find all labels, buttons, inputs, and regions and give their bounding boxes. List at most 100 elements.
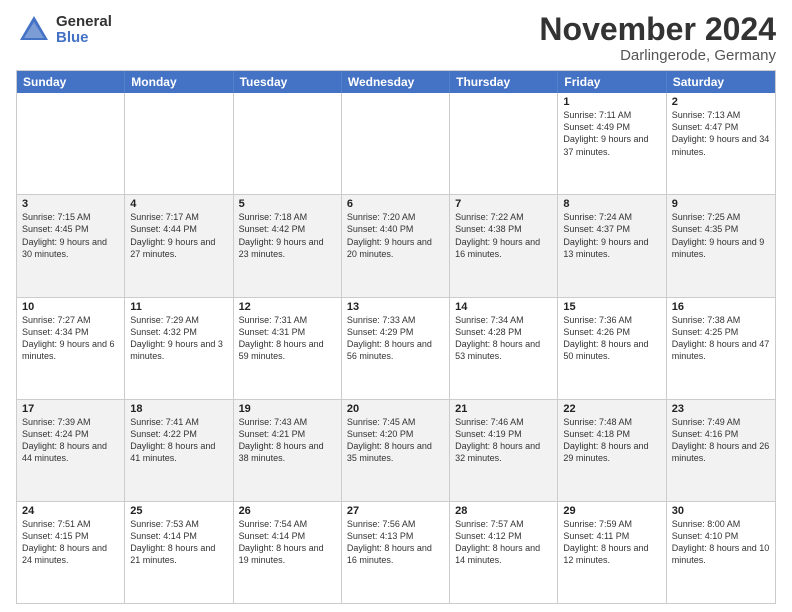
day-number: 2 — [672, 96, 770, 108]
day-info: Sunrise: 7:51 AM Sunset: 4:15 PM Dayligh… — [22, 518, 119, 567]
day-info: Sunrise: 7:20 AM Sunset: 4:40 PM Dayligh… — [347, 211, 444, 260]
day-number: 24 — [22, 505, 119, 517]
day-info: Sunrise: 7:15 AM Sunset: 4:45 PM Dayligh… — [22, 211, 119, 260]
calendar-row-4: 17Sunrise: 7:39 AM Sunset: 4:24 PM Dayli… — [17, 399, 775, 501]
day-number: 13 — [347, 301, 444, 313]
day-info: Sunrise: 7:45 AM Sunset: 4:20 PM Dayligh… — [347, 416, 444, 465]
empty-cell-r0-c3 — [342, 93, 450, 194]
day-info: Sunrise: 7:38 AM Sunset: 4:25 PM Dayligh… — [672, 314, 770, 363]
day-number: 8 — [563, 198, 660, 210]
day-cell-19: 19Sunrise: 7:43 AM Sunset: 4:21 PM Dayli… — [234, 400, 342, 501]
day-info: Sunrise: 7:46 AM Sunset: 4:19 PM Dayligh… — [455, 416, 552, 465]
calendar-row-5: 24Sunrise: 7:51 AM Sunset: 4:15 PM Dayli… — [17, 501, 775, 603]
day-info: Sunrise: 7:49 AM Sunset: 4:16 PM Dayligh… — [672, 416, 770, 465]
day-number: 14 — [455, 301, 552, 313]
day-info: Sunrise: 7:11 AM Sunset: 4:49 PM Dayligh… — [563, 109, 660, 158]
day-cell-27: 27Sunrise: 7:56 AM Sunset: 4:13 PM Dayli… — [342, 502, 450, 603]
day-cell-13: 13Sunrise: 7:33 AM Sunset: 4:29 PM Dayli… — [342, 298, 450, 399]
day-info: Sunrise: 7:56 AM Sunset: 4:13 PM Dayligh… — [347, 518, 444, 567]
day-info: Sunrise: 7:53 AM Sunset: 4:14 PM Dayligh… — [130, 518, 227, 567]
day-cell-30: 30Sunrise: 8:00 AM Sunset: 4:10 PM Dayli… — [667, 502, 775, 603]
day-number: 6 — [347, 198, 444, 210]
day-cell-11: 11Sunrise: 7:29 AM Sunset: 4:32 PM Dayli… — [125, 298, 233, 399]
logo-blue: Blue — [56, 30, 112, 47]
header-day-friday: Friday — [558, 71, 666, 93]
day-info: Sunrise: 7:13 AM Sunset: 4:47 PM Dayligh… — [672, 109, 770, 158]
header-day-monday: Monday — [125, 71, 233, 93]
day-info: Sunrise: 7:29 AM Sunset: 4:32 PM Dayligh… — [130, 314, 227, 363]
day-cell-18: 18Sunrise: 7:41 AM Sunset: 4:22 PM Dayli… — [125, 400, 233, 501]
day-number: 26 — [239, 505, 336, 517]
day-info: Sunrise: 7:17 AM Sunset: 4:44 PM Dayligh… — [130, 211, 227, 260]
day-number: 5 — [239, 198, 336, 210]
day-number: 12 — [239, 301, 336, 313]
day-cell-2: 2Sunrise: 7:13 AM Sunset: 4:47 PM Daylig… — [667, 93, 775, 194]
day-info: Sunrise: 7:22 AM Sunset: 4:38 PM Dayligh… — [455, 211, 552, 260]
day-cell-22: 22Sunrise: 7:48 AM Sunset: 4:18 PM Dayli… — [558, 400, 666, 501]
empty-cell-r0-c0 — [17, 93, 125, 194]
day-number: 29 — [563, 505, 660, 517]
day-cell-15: 15Sunrise: 7:36 AM Sunset: 4:26 PM Dayli… — [558, 298, 666, 399]
title-block: November 2024 Darlingerode, Germany — [539, 12, 776, 64]
day-info: Sunrise: 7:18 AM Sunset: 4:42 PM Dayligh… — [239, 211, 336, 260]
empty-cell-r0-c4 — [450, 93, 558, 194]
day-cell-8: 8Sunrise: 7:24 AM Sunset: 4:37 PM Daylig… — [558, 195, 666, 296]
day-number: 18 — [130, 403, 227, 415]
day-cell-5: 5Sunrise: 7:18 AM Sunset: 4:42 PM Daylig… — [234, 195, 342, 296]
day-info: Sunrise: 7:24 AM Sunset: 4:37 PM Dayligh… — [563, 211, 660, 260]
page: General Blue November 2024 Darlingerode,… — [0, 0, 792, 612]
day-cell-17: 17Sunrise: 7:39 AM Sunset: 4:24 PM Dayli… — [17, 400, 125, 501]
day-cell-25: 25Sunrise: 7:53 AM Sunset: 4:14 PM Dayli… — [125, 502, 233, 603]
day-cell-26: 26Sunrise: 7:54 AM Sunset: 4:14 PM Dayli… — [234, 502, 342, 603]
day-cell-29: 29Sunrise: 7:59 AM Sunset: 4:11 PM Dayli… — [558, 502, 666, 603]
day-number: 3 — [22, 198, 119, 210]
day-cell-4: 4Sunrise: 7:17 AM Sunset: 4:44 PM Daylig… — [125, 195, 233, 296]
day-number: 1 — [563, 96, 660, 108]
day-cell-3: 3Sunrise: 7:15 AM Sunset: 4:45 PM Daylig… — [17, 195, 125, 296]
day-info: Sunrise: 7:57 AM Sunset: 4:12 PM Dayligh… — [455, 518, 552, 567]
day-cell-7: 7Sunrise: 7:22 AM Sunset: 4:38 PM Daylig… — [450, 195, 558, 296]
header-day-saturday: Saturday — [667, 71, 775, 93]
month-title: November 2024 — [539, 12, 776, 47]
day-cell-9: 9Sunrise: 7:25 AM Sunset: 4:35 PM Daylig… — [667, 195, 775, 296]
day-number: 30 — [672, 505, 770, 517]
header-day-thursday: Thursday — [450, 71, 558, 93]
day-info: Sunrise: 7:36 AM Sunset: 4:26 PM Dayligh… — [563, 314, 660, 363]
day-number: 28 — [455, 505, 552, 517]
day-info: Sunrise: 8:00 AM Sunset: 4:10 PM Dayligh… — [672, 518, 770, 567]
day-number: 17 — [22, 403, 119, 415]
day-cell-16: 16Sunrise: 7:38 AM Sunset: 4:25 PM Dayli… — [667, 298, 775, 399]
calendar: SundayMondayTuesdayWednesdayThursdayFrid… — [16, 70, 776, 604]
day-number: 10 — [22, 301, 119, 313]
calendar-header: SundayMondayTuesdayWednesdayThursdayFrid… — [17, 71, 775, 93]
logo-icon — [16, 12, 52, 48]
logo: General Blue — [16, 12, 112, 48]
header-day-wednesday: Wednesday — [342, 71, 450, 93]
logo-general: General — [56, 14, 112, 31]
day-cell-21: 21Sunrise: 7:46 AM Sunset: 4:19 PM Dayli… — [450, 400, 558, 501]
day-cell-24: 24Sunrise: 7:51 AM Sunset: 4:15 PM Dayli… — [17, 502, 125, 603]
logo-text: General Blue — [56, 14, 112, 47]
header-day-tuesday: Tuesday — [234, 71, 342, 93]
day-info: Sunrise: 7:33 AM Sunset: 4:29 PM Dayligh… — [347, 314, 444, 363]
day-number: 27 — [347, 505, 444, 517]
day-info: Sunrise: 7:39 AM Sunset: 4:24 PM Dayligh… — [22, 416, 119, 465]
day-info: Sunrise: 7:25 AM Sunset: 4:35 PM Dayligh… — [672, 211, 770, 260]
day-number: 15 — [563, 301, 660, 313]
calendar-body: 1Sunrise: 7:11 AM Sunset: 4:49 PM Daylig… — [17, 93, 775, 603]
day-info: Sunrise: 7:43 AM Sunset: 4:21 PM Dayligh… — [239, 416, 336, 465]
day-cell-6: 6Sunrise: 7:20 AM Sunset: 4:40 PM Daylig… — [342, 195, 450, 296]
day-cell-12: 12Sunrise: 7:31 AM Sunset: 4:31 PM Dayli… — [234, 298, 342, 399]
day-number: 9 — [672, 198, 770, 210]
day-number: 20 — [347, 403, 444, 415]
day-info: Sunrise: 7:31 AM Sunset: 4:31 PM Dayligh… — [239, 314, 336, 363]
day-info: Sunrise: 7:34 AM Sunset: 4:28 PM Dayligh… — [455, 314, 552, 363]
day-cell-1: 1Sunrise: 7:11 AM Sunset: 4:49 PM Daylig… — [558, 93, 666, 194]
day-cell-23: 23Sunrise: 7:49 AM Sunset: 4:16 PM Dayli… — [667, 400, 775, 501]
day-cell-20: 20Sunrise: 7:45 AM Sunset: 4:20 PM Dayli… — [342, 400, 450, 501]
day-cell-14: 14Sunrise: 7:34 AM Sunset: 4:28 PM Dayli… — [450, 298, 558, 399]
day-number: 4 — [130, 198, 227, 210]
calendar-row-1: 1Sunrise: 7:11 AM Sunset: 4:49 PM Daylig… — [17, 93, 775, 194]
calendar-row-3: 10Sunrise: 7:27 AM Sunset: 4:34 PM Dayli… — [17, 297, 775, 399]
day-cell-10: 10Sunrise: 7:27 AM Sunset: 4:34 PM Dayli… — [17, 298, 125, 399]
